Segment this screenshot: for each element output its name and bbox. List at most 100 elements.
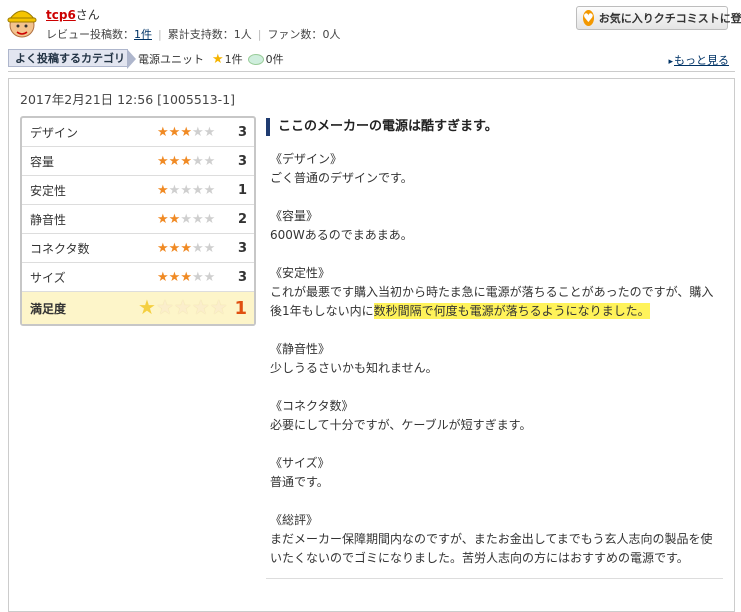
star-empty-icon: ★ — [191, 183, 204, 198]
section-heading: 《コネクタ数》 — [270, 399, 354, 413]
rating-row: 安定性 ★★★★★ 1 — [22, 176, 254, 205]
star-empty-icon: ★ — [203, 212, 216, 227]
section-text: まだメーカー保障期間内なのですが、またお金出してまでもう玄人志向の製品を使いたく… — [270, 532, 713, 565]
section-text: 少しうるさいかも知れません。 — [270, 361, 438, 375]
review-section: 《総評》まだメーカー保障期間内なのですが、またお金出してまでもう玄人志向の製品を… — [270, 511, 720, 568]
star-filled-icon: ★ — [157, 183, 169, 198]
rating-label: デザイン — [30, 125, 79, 140]
rating-row: サイズ ★★★★★ 3 — [22, 263, 254, 292]
review-section: 《サイズ》普通です。 — [270, 454, 720, 492]
star-empty-icon: ★ — [203, 241, 216, 256]
section-text: ごく普通のデザインです。 — [270, 171, 413, 185]
rating-value: 1 — [237, 182, 247, 198]
user-avatar[interactable] — [6, 4, 38, 40]
rating-value: 3 — [237, 124, 247, 140]
divider: | — [158, 28, 162, 41]
fans-label: ファン数： — [267, 28, 323, 41]
review-date: 2017年2月21日 12:56 [1005513-1] — [20, 92, 236, 107]
star-filled-icon: ★ — [138, 295, 156, 319]
star-filled-icon: ★ — [157, 212, 169, 227]
divider — [8, 71, 735, 72]
reviews-label: レビュー投稿数： — [46, 28, 134, 41]
star-filled-icon: ★ — [180, 154, 192, 169]
star-empty-icon: ★ — [209, 295, 228, 319]
category-info: 電源ユニット ★ 1件 0件 — [138, 51, 284, 67]
more-link[interactable]: もっと見る — [668, 52, 729, 68]
rating-row: コネクタ数 ★★★★★ 3 — [22, 234, 254, 263]
section-heading: 《安定性》 — [270, 266, 331, 280]
star-empty-icon: ★ — [180, 183, 192, 198]
star-empty-icon: ★ — [203, 125, 216, 140]
rating-value: 1 — [234, 297, 247, 319]
star-empty-icon: ★ — [191, 125, 204, 140]
star-filled-icon: ★ — [180, 241, 192, 256]
rating-label: 容量 — [30, 154, 55, 169]
plus-heart-icon: ♥ — [583, 10, 594, 26]
section-heading: 《静音性》 — [270, 342, 331, 356]
add-favorite-label: お気に入りクチコミストに登録 — [598, 12, 741, 25]
star-empty-icon: ★ — [168, 183, 181, 198]
rating-label: 静音性 — [30, 212, 67, 227]
section-heading: 《総評》 — [270, 513, 319, 527]
review-body: 《デザイン》ごく普通のデザインです。《容量》 600Wあるのでまあまあ。《安定性》… — [270, 150, 720, 587]
star-filled-icon: ★ — [157, 125, 169, 140]
section-text: 600Wあるのでまあまあ。 — [270, 228, 413, 242]
review-section: 《容量》 600Wあるのでまあまあ。 — [270, 207, 720, 245]
rating-label: 安定性 — [30, 183, 67, 198]
star-empty-icon: ★ — [191, 154, 204, 169]
star-filled-icon: ★ — [168, 212, 181, 227]
star-empty-icon: ★ — [191, 295, 210, 319]
satisfaction-row: 満足度 ★★★★★ 1 — [22, 292, 254, 324]
divider: | — [257, 28, 262, 41]
star-empty-icon: ★ — [155, 295, 174, 319]
rating-row: 静音性 ★★★★★ 2 — [22, 205, 254, 234]
user-stats: レビュー投稿数：1件 | 累計支持数：1人 | ファン数：0人 — [46, 26, 340, 42]
support-count: 1人 — [233, 28, 252, 41]
star-filled-icon: ★ — [157, 270, 169, 285]
add-favorite-reviewer-button[interactable]: ♥ お気に入りクチコミストに登録 — [576, 6, 741, 30]
star-empty-icon: ★ — [203, 270, 216, 285]
ratings-table: デザイン ★★★★★ 3 容量 ★★★★★ 3 安定性 ★★★★★ 1 静音性 ★★★★★ 2 コネクタ… — [20, 116, 256, 326]
section-text: 普通です。 — [270, 475, 329, 489]
support-label: 累計支持数： — [167, 28, 234, 41]
star-filled-icon: ★ — [157, 154, 169, 169]
user-name-link[interactable]: tcp6 — [46, 8, 76, 22]
highlighted-text: 数秒間隔で何度も電源が落ちるようになりました。 — [373, 303, 650, 319]
star-filled-icon: ★ — [168, 154, 181, 169]
rating-value: 3 — [237, 153, 247, 169]
section-heading: 《サイズ》 — [270, 456, 330, 470]
rating-value: 3 — [237, 269, 247, 285]
star-empty-icon: ★ — [191, 270, 204, 285]
review-section: 《コネクタ数》必要にして十分ですが、ケーブルが短すぎます。 — [270, 397, 720, 435]
review-section: 《静音性》少しうるさいかも知れません。 — [270, 340, 720, 378]
category-stars-count: 1件 — [224, 53, 243, 66]
comment-bubble-icon — [247, 53, 264, 65]
section-heading: 《デザイン》 — [270, 152, 343, 166]
star-icon: ★ — [212, 51, 224, 67]
star-empty-icon: ★ — [191, 241, 204, 256]
star-empty-icon: ★ — [180, 212, 192, 227]
review-section: 《安定性》 これが最悪です購入当初から時たま急に電源が落ちることがあったのですが、… — [270, 264, 720, 321]
reviews-count-link[interactable]: 1件 — [134, 28, 152, 41]
category-name: 電源ユニット — [138, 53, 204, 66]
user-name: tcp6さん — [46, 6, 100, 23]
rating-label: コネクタ数 — [30, 241, 90, 256]
star-filled-icon: ★ — [180, 270, 192, 285]
star-filled-icon: ★ — [168, 270, 181, 285]
star-empty-icon: ★ — [191, 212, 204, 227]
fans-count: 0人 — [322, 28, 341, 41]
review-section: 《デザイン》ごく普通のデザインです。 — [270, 150, 720, 188]
category-comments-count: 0件 — [265, 53, 284, 66]
review-title: ここのメーカーの電源は酷すぎます。 — [266, 118, 498, 136]
rating-row: 容量 ★★★★★ 3 — [22, 147, 254, 176]
rating-stars: ★★★★★ — [157, 125, 215, 140]
rating-value: 3 — [237, 240, 247, 256]
rating-label: 満足度 — [30, 301, 67, 316]
rating-stars: ★★★★★ — [157, 270, 215, 285]
star-empty-icon: ★ — [203, 154, 216, 169]
rating-value: 2 — [237, 211, 247, 227]
star-empty-icon: ★ — [203, 183, 216, 198]
user-name-suffix: さん — [75, 8, 100, 22]
frequent-category-tab: よく投稿するカテゴリ — [8, 49, 136, 69]
section-text: 必要にして十分ですが、ケーブルが短すぎます。 — [270, 418, 532, 432]
